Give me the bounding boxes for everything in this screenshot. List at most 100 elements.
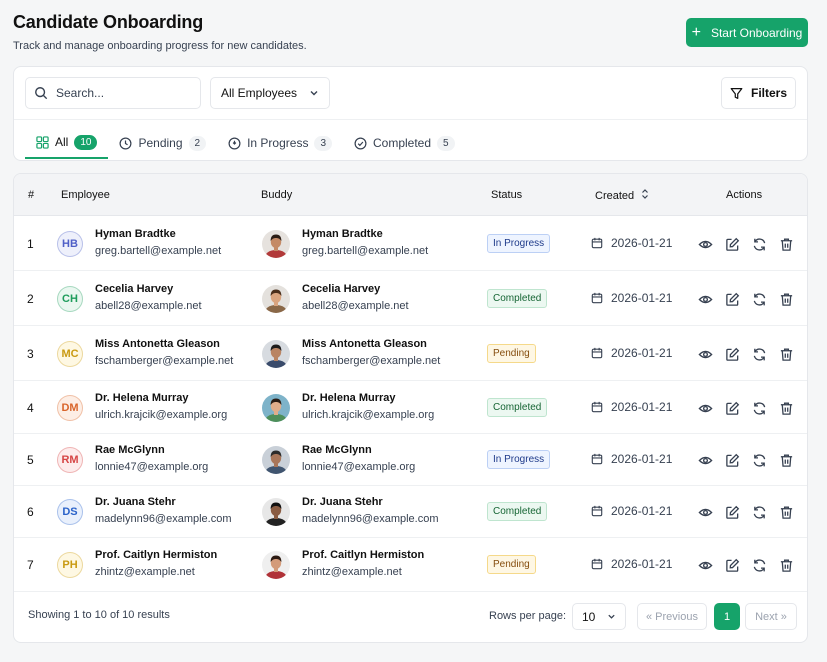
header-created[interactable]: Created <box>595 189 649 202</box>
delete-trash-icon[interactable] <box>779 292 794 307</box>
chevron-down-icon <box>608 614 615 619</box>
edit-icon[interactable] <box>725 558 740 573</box>
next-page-button[interactable]: Next » <box>745 603 797 630</box>
buddy-email: greg.bartell@example.net <box>302 244 429 257</box>
table-row[interactable]: 1 HB Hyman Bradtke greg.bartell@example.… <box>14 216 807 271</box>
search-box[interactable] <box>25 77 201 109</box>
table-row[interactable]: 4 DM Dr. Helena Murray ulrich.krajcik@ex… <box>14 381 807 434</box>
edit-icon[interactable] <box>725 453 740 468</box>
buddy-email: fschamberger@example.net <box>302 354 441 367</box>
employee-name: Prof. Caitlyn Hermiston <box>95 549 218 561</box>
status-badge: Completed <box>487 288 548 308</box>
edit-icon[interactable] <box>725 292 740 307</box>
created-date: 2026-01-21 <box>591 400 672 414</box>
edit-icon[interactable] <box>725 237 740 252</box>
table-row[interactable]: 6 DS Dr. Juana Stehr madelynn96@example.… <box>14 486 807 538</box>
employee-info: Dr. Juana Stehr madelynn96@example.com <box>95 496 232 525</box>
view-eye-icon[interactable] <box>698 292 713 307</box>
employee-select-value: All Employees <box>221 86 298 100</box>
status-tabs: All 10 Pending 2 In Progress 3 Completed… <box>25 127 466 161</box>
avatar: PH <box>57 552 83 578</box>
created-date-value: 2026-01-21 <box>611 345 673 360</box>
table-row[interactable]: 3 MC Miss Antonetta Gleason fschamberger… <box>14 326 807 381</box>
edit-icon[interactable] <box>725 505 740 520</box>
view-eye-icon[interactable] <box>698 505 713 520</box>
tab-pending-label: Pending <box>138 136 183 150</box>
employee-info: Hyman Bradtke greg.bartell@example.net <box>95 228 221 257</box>
row-actions <box>698 292 794 307</box>
refresh-icon[interactable] <box>752 237 767 252</box>
refresh-icon[interactable] <box>752 347 767 362</box>
filter-icon <box>730 87 743 99</box>
person-photo-icon <box>262 551 290 579</box>
delete-trash-icon[interactable] <box>779 558 794 573</box>
rows-per-page-label: Rows per page: <box>489 610 567 622</box>
showing-results: Showing 1 to 10 of 10 results <box>28 609 170 621</box>
delete-trash-icon[interactable] <box>779 401 794 416</box>
tab-pending[interactable]: Pending 2 <box>108 127 217 159</box>
previous-page-button[interactable]: « Previous <box>637 603 707 630</box>
status-badge: In Progress <box>487 233 551 253</box>
row-actions <box>698 401 794 416</box>
employee-email: greg.bartell@example.net <box>95 244 222 257</box>
row-number: 2 <box>27 291 34 306</box>
filters-button[interactable]: Filters <box>721 77 796 109</box>
avatar: MC <box>57 340 83 367</box>
buddy-info: Miss Antonetta Gleason fschamberger@exam… <box>302 338 440 367</box>
view-eye-icon[interactable] <box>698 237 713 252</box>
refresh-icon[interactable] <box>752 505 767 520</box>
refresh-icon[interactable] <box>752 401 767 416</box>
table-row[interactable]: 2 CH Cecelia Harvey abell28@example.net … <box>14 271 807 326</box>
created-date-value: 2026-01-21 <box>611 399 673 414</box>
row-number: 3 <box>27 346 34 361</box>
row-number: 4 <box>27 400 34 415</box>
row-actions <box>698 505 794 520</box>
buddy-info: Dr. Helena Murray ulrich.krajcik@example… <box>302 392 434 421</box>
grid-icon <box>36 135 49 149</box>
tab-completed[interactable]: Completed 5 <box>343 127 466 159</box>
edit-icon[interactable] <box>725 401 740 416</box>
view-eye-icon[interactable] <box>698 401 713 416</box>
created-date: 2026-01-21 <box>591 452 672 466</box>
delete-trash-icon[interactable] <box>779 453 794 468</box>
header-num: # <box>28 189 35 201</box>
table-row[interactable]: 5 RM Rae McGlynn lonnie47@example.org Ra… <box>14 434 807 486</box>
buddy-info: Prof. Caitlyn Hermiston zhintz@example.n… <box>302 549 424 578</box>
tab-all[interactable]: All 10 <box>25 127 109 159</box>
buddy-avatar <box>262 284 290 313</box>
delete-trash-icon[interactable] <box>779 505 794 520</box>
refresh-icon[interactable] <box>752 453 767 468</box>
chevron-down-icon <box>310 91 318 96</box>
tabs-divider <box>14 119 807 120</box>
person-photo-icon <box>262 339 290 368</box>
view-eye-icon[interactable] <box>698 453 713 468</box>
employee-select[interactable]: All Employees <box>210 77 330 109</box>
edit-icon[interactable] <box>725 347 740 362</box>
delete-trash-icon[interactable] <box>779 237 794 252</box>
employee-email: abell28@example.net <box>95 299 202 312</box>
buddy-avatar <box>262 498 290 526</box>
table-header: # Employee Buddy Status Created Actions <box>14 174 807 216</box>
page-1-button[interactable]: 1 <box>714 603 740 630</box>
employee-email: zhintz@example.net <box>95 566 195 578</box>
delete-trash-icon[interactable] <box>779 347 794 362</box>
view-eye-icon[interactable] <box>698 558 713 573</box>
table-footer: Showing 1 to 10 of 10 results Rows per p… <box>14 592 807 642</box>
start-onboarding-button[interactable]: + Start Onboarding <box>686 18 808 47</box>
refresh-icon[interactable] <box>752 292 767 307</box>
employee-email: fschamberger@example.net <box>95 354 234 367</box>
rows-per-page-select[interactable]: 10 <box>572 603 626 630</box>
view-eye-icon[interactable] <box>698 347 713 362</box>
tab-in-progress[interactable]: In Progress 3 <box>217 127 343 159</box>
refresh-icon[interactable] <box>752 558 767 573</box>
created-date-value: 2026-01-21 <box>611 290 673 305</box>
search-input[interactable] <box>56 86 186 100</box>
buddy-info: Rae McGlynn lonnie47@example.org <box>302 444 415 473</box>
employee-name: Cecelia Harvey <box>95 282 174 295</box>
employee-info: Miss Antonetta Gleason fschamberger@exam… <box>95 338 233 367</box>
calendar-icon <box>591 292 603 303</box>
status-badge: Completed <box>487 502 548 521</box>
created-date-value: 2026-01-21 <box>611 452 673 466</box>
header-created-label: Created <box>595 190 635 202</box>
table-row[interactable]: 7 PH Prof. Caitlyn Hermiston zhintz@exam… <box>14 538 807 592</box>
